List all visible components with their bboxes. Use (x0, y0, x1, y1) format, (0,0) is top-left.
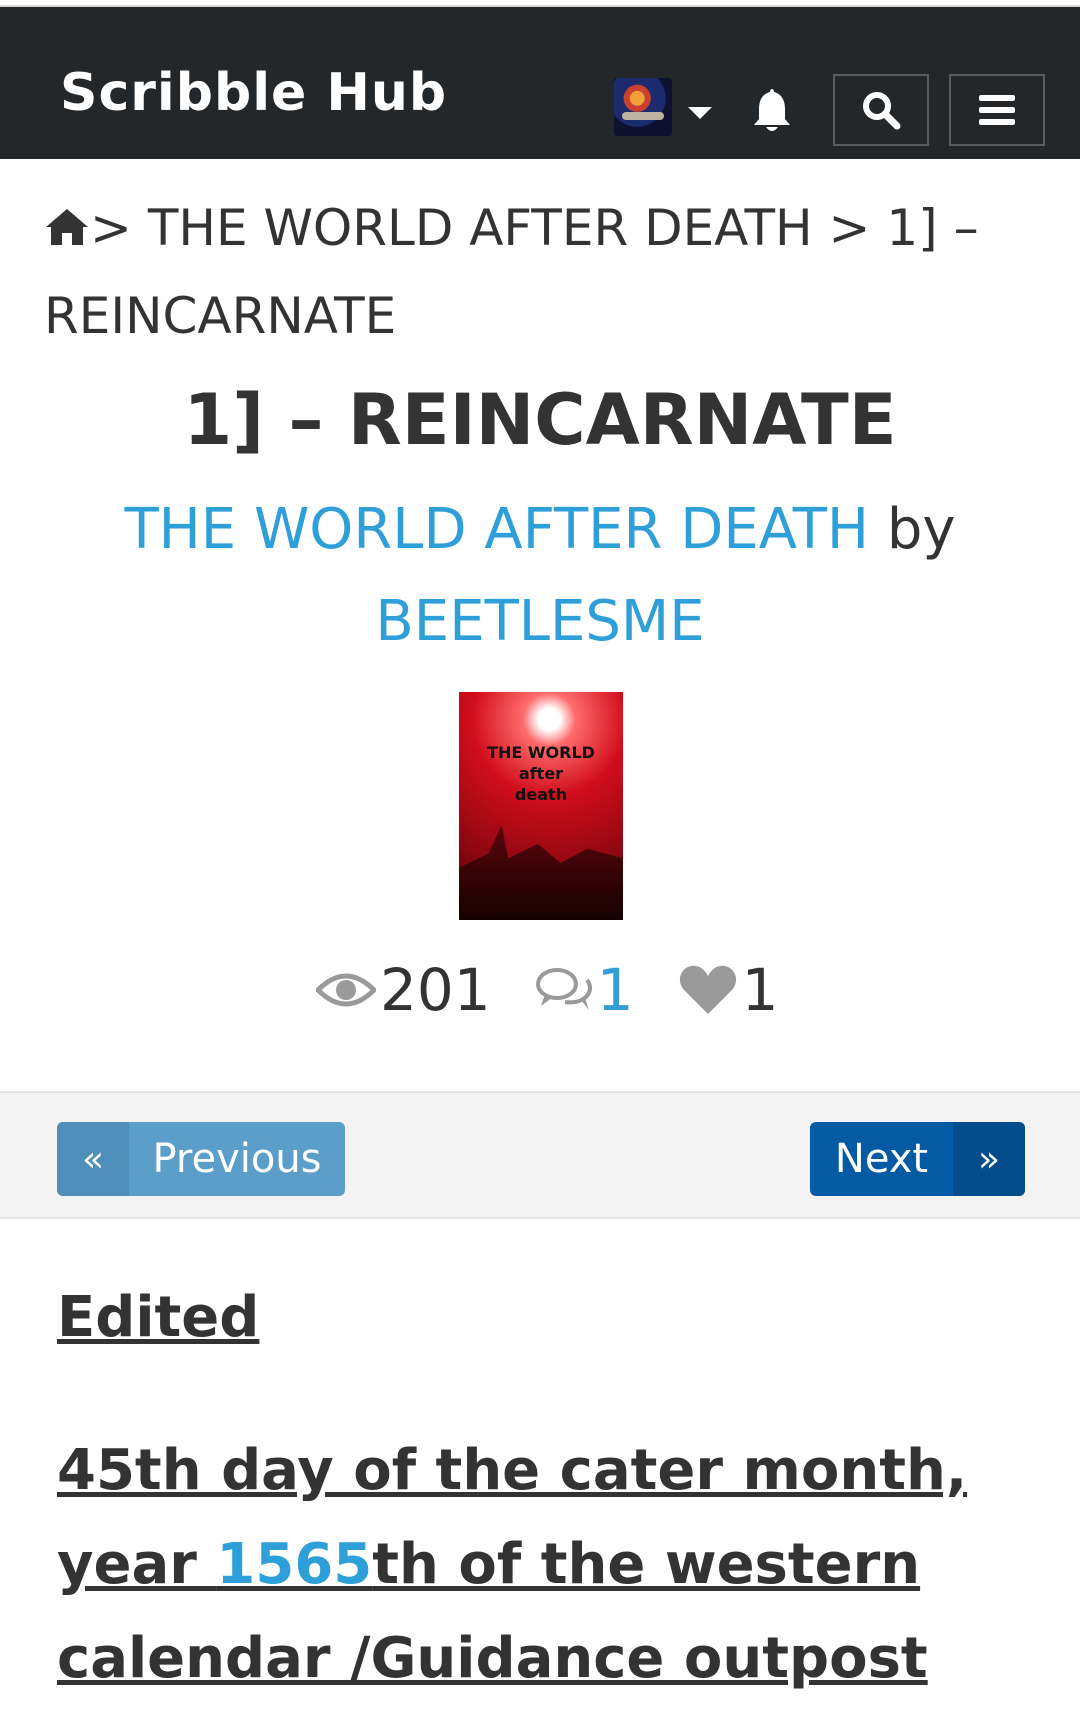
breadcrumb: > THE WORLD AFTER DEATH > 1] – REINCARNA… (44, 184, 1044, 360)
caret-down-icon[interactable] (688, 107, 712, 119)
chapter-stats: 201 1 1 (316, 955, 823, 1025)
breadcrumb-separator: > (90, 199, 132, 257)
comments-stat[interactable]: 1 (535, 956, 634, 1024)
likes-count: 1 (741, 956, 779, 1024)
byline: THE WORLD AFTER DEATH by BEETLESME (90, 484, 990, 668)
likes-stat[interactable]: 1 (678, 956, 779, 1024)
comments-count[interactable]: 1 (597, 956, 634, 1024)
breadcrumb-series[interactable]: THE WORLD AFTER DEATH (148, 199, 813, 257)
search-icon (863, 92, 901, 130)
previous-button[interactable]: « Previous (57, 1122, 345, 1196)
next-button[interactable]: Next » (810, 1122, 1025, 1196)
bell-icon[interactable] (752, 87, 792, 133)
by-text: by (886, 497, 956, 562)
next-arrow-icon: » (953, 1122, 1025, 1196)
cover-title: THE WORLD after death (459, 742, 623, 805)
previous-arrow-icon: « (57, 1122, 129, 1196)
views-count: 201 (380, 956, 491, 1024)
next-label: Next (834, 1136, 929, 1182)
site-header: Scribble Hub (0, 7, 1080, 159)
year-number: 1565 (216, 1532, 373, 1597)
user-avatar[interactable] (614, 78, 672, 136)
edited-heading: Edited (57, 1285, 260, 1350)
cover-mountains (459, 825, 623, 920)
comments-icon (535, 968, 592, 1010)
site-logo[interactable]: Scribble Hub (60, 67, 447, 119)
chapter-paragraph: 45th day of the cater month, year 1565th… (57, 1424, 1037, 1706)
home-icon[interactable] (44, 207, 90, 247)
chapter-navigation: « Previous Next » (0, 1091, 1080, 1219)
breadcrumb-separator: > (828, 199, 871, 257)
cover-line: THE WORLD (487, 743, 595, 762)
cover-line: death (514, 785, 568, 804)
previous-label: Previous (152, 1136, 322, 1182)
cover-line: after (518, 764, 564, 783)
chapter-content: Edited 45th day of the cater month, year… (57, 1290, 1037, 1706)
menu-button[interactable] (949, 74, 1045, 146)
views-stat: 201 (316, 956, 491, 1024)
menu-icon (979, 95, 1015, 125)
top-border (0, 0, 1080, 7)
heart-icon (679, 965, 736, 1014)
cover-image[interactable]: THE WORLD after death (459, 692, 623, 920)
author-link[interactable]: BEETLESME (375, 589, 704, 654)
search-button[interactable] (833, 74, 929, 146)
series-link[interactable]: THE WORLD AFTER DEATH (124, 497, 869, 562)
eye-icon (316, 973, 376, 1007)
chapter-title: 1] – REINCARNATE (183, 379, 897, 461)
